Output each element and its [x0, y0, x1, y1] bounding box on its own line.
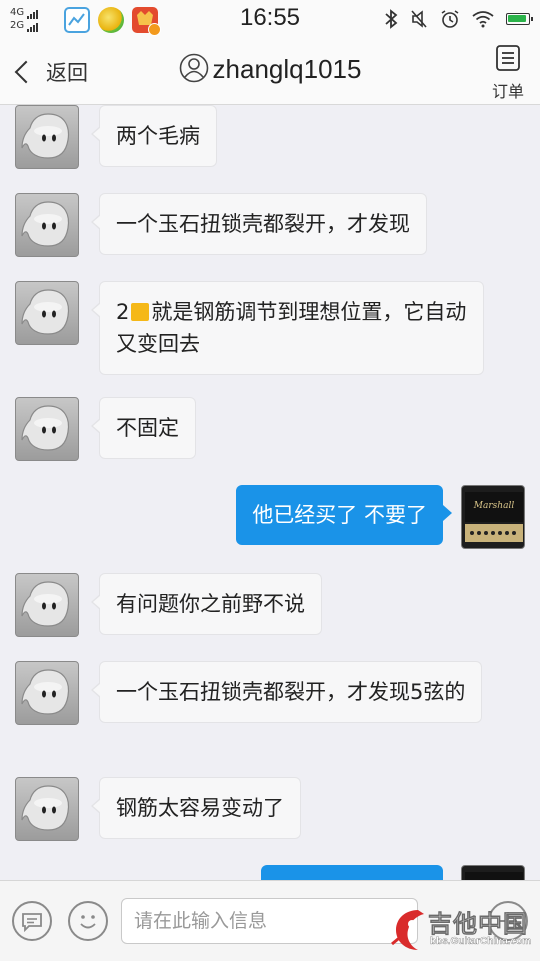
user-icon	[179, 53, 208, 83]
user-avatar[interactable]: Marshall	[461, 485, 525, 549]
contact-avatar[interactable]	[15, 105, 79, 169]
chat-header: 返回 zhanglq1015 订单	[0, 40, 540, 105]
order-label: 订单	[491, 82, 524, 101]
contact-avatar[interactable]	[15, 193, 79, 257]
emoji-button[interactable]	[68, 901, 108, 941]
message-row: 一个玉石扭锁壳都裂开，才发现5弦的	[15, 661, 483, 725]
svg-text:Marshall: Marshall	[473, 501, 515, 511]
battery-icon	[506, 13, 533, 25]
watermark: 吉他中国 bbs.GuitarChina.com	[388, 902, 536, 956]
message-row: 有问题你之前野不说	[15, 573, 322, 637]
message-bubble[interactable]: 两个毛病	[91, 105, 217, 167]
contact-avatar[interactable]	[15, 573, 79, 637]
bluetooth-icon	[385, 9, 398, 29]
message-row: 2 就是钢筋调节到理想位置，它自动又变回去	[15, 281, 484, 375]
message-bubble[interactable]: 一个玉石扭锁壳都裂开，才发现	[91, 193, 427, 255]
alarm-icon	[441, 10, 459, 28]
contact-name: zhanglq1015	[212, 54, 362, 84]
order-button[interactable]: 订单	[492, 44, 524, 102]
message-row: 两个毛病	[15, 105, 217, 169]
message-bubble[interactable]: 2 就是钢筋调节到理想位置，它自动又变回去	[91, 281, 484, 375]
message-bubble[interactable]: 不固定	[91, 397, 196, 459]
user-avatar[interactable]: Marshall	[461, 865, 525, 880]
order-list-icon	[496, 45, 520, 71]
page-title: zhanglq1015	[0, 53, 540, 86]
voice-message-button[interactable]	[12, 901, 52, 941]
contact-avatar[interactable]	[15, 661, 79, 725]
message-text: 2	[116, 300, 130, 324]
message-row: Marshall 他已经买了 不要了	[236, 485, 525, 549]
smiley-icon	[80, 915, 96, 929]
message-row: 一个玉石扭锁壳都裂开，才发现	[15, 193, 427, 257]
watermark-title: 吉他中国	[428, 910, 528, 939]
message-list[interactable]: 两个毛病 一个玉石扭锁壳都裂开，才发现 2 就是钢筋调节到理想位置，它自动又变回去…	[0, 105, 540, 880]
message-bubble[interactable]: 有问题你之前野不说	[91, 573, 322, 635]
message-bubble[interactable]: 一个玉石扭锁壳都裂开，才发现5弦的	[90, 661, 483, 723]
contact-avatar[interactable]	[15, 281, 79, 345]
watermark-logo-icon	[391, 910, 424, 950]
system-icons	[384, 9, 533, 29]
chat-bubble-icon	[22, 913, 42, 933]
message-text: 就是钢筋调节到理想位置，它自动又变回去	[116, 300, 467, 356]
watermark-url: bbs.GuitarChina.com	[430, 936, 532, 947]
message-bubble[interactable]: 钢筋太容易变动了	[91, 777, 301, 839]
contact-avatar[interactable]	[15, 777, 79, 841]
emoji-icon	[131, 303, 150, 321]
message-bubble[interactable]: 他已经买了 不要了	[236, 485, 452, 545]
mute-icon	[411, 10, 427, 28]
message-row: 钢筋太容易变动了	[15, 777, 301, 841]
status-bar: 4G 2G 16:55	[0, 0, 540, 40]
wifi-icon	[472, 11, 494, 28]
message-input[interactable]	[121, 898, 418, 944]
message-bubble[interactable]	[261, 865, 443, 880]
message-row: Marshall	[261, 865, 525, 880]
message-row: 不固定	[15, 397, 196, 461]
contact-avatar[interactable]	[15, 397, 79, 461]
